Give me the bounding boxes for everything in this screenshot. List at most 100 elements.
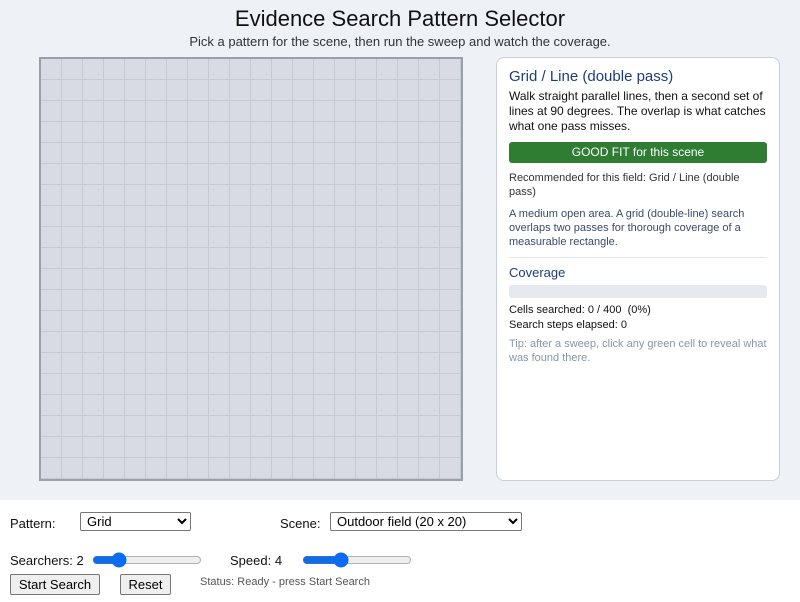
- grid-cell[interactable]: [419, 311, 440, 332]
- grid-cell[interactable]: [146, 437, 167, 458]
- start-search-button[interactable]: Start Search: [10, 574, 100, 595]
- grid-cell[interactable]: [335, 164, 356, 185]
- grid-cell[interactable]: [83, 458, 104, 479]
- grid-cell[interactable]: [440, 185, 461, 206]
- grid-cell[interactable]: [41, 374, 62, 395]
- grid-cell[interactable]: [62, 311, 83, 332]
- scene-select[interactable]: Outdoor field (20 x 20): [330, 512, 522, 531]
- grid-cell[interactable]: [125, 374, 146, 395]
- grid-cell[interactable]: [209, 353, 230, 374]
- grid-cell[interactable]: [356, 311, 377, 332]
- grid-cell[interactable]: [335, 59, 356, 80]
- grid-cell[interactable]: [440, 248, 461, 269]
- grid-cell[interactable]: [188, 353, 209, 374]
- grid-cell[interactable]: [293, 353, 314, 374]
- grid-cell[interactable]: [209, 395, 230, 416]
- grid-cell[interactable]: [146, 290, 167, 311]
- grid-cell[interactable]: [167, 143, 188, 164]
- grid-cell[interactable]: [293, 269, 314, 290]
- grid-cell[interactable]: [41, 416, 62, 437]
- grid-cell[interactable]: [188, 395, 209, 416]
- grid-cell[interactable]: [377, 227, 398, 248]
- grid-cell[interactable]: [356, 353, 377, 374]
- grid-cell[interactable]: [398, 374, 419, 395]
- grid-cell[interactable]: [125, 353, 146, 374]
- grid-cell[interactable]: [209, 416, 230, 437]
- grid-cell[interactable]: [398, 416, 419, 437]
- grid-cell[interactable]: [440, 290, 461, 311]
- grid-cell[interactable]: [314, 395, 335, 416]
- grid-cell[interactable]: [335, 227, 356, 248]
- grid-cell[interactable]: [419, 248, 440, 269]
- grid-cell[interactable]: [230, 374, 251, 395]
- grid-cell[interactable]: [62, 269, 83, 290]
- grid-cell[interactable]: [419, 164, 440, 185]
- grid-cell[interactable]: [188, 101, 209, 122]
- grid-cell[interactable]: [314, 290, 335, 311]
- grid-cell[interactable]: [41, 437, 62, 458]
- grid-cell[interactable]: [419, 353, 440, 374]
- grid-cell[interactable]: [230, 332, 251, 353]
- grid-cell[interactable]: [272, 122, 293, 143]
- grid-cell[interactable]: [377, 458, 398, 479]
- grid-cell[interactable]: [209, 332, 230, 353]
- grid-cell[interactable]: [209, 227, 230, 248]
- grid-cell[interactable]: [230, 416, 251, 437]
- grid-cell[interactable]: [125, 227, 146, 248]
- grid-cell[interactable]: [146, 143, 167, 164]
- grid-cell[interactable]: [251, 311, 272, 332]
- grid-cell[interactable]: [314, 59, 335, 80]
- grid-cell[interactable]: [83, 290, 104, 311]
- grid-cell[interactable]: [188, 143, 209, 164]
- grid-cell[interactable]: [377, 164, 398, 185]
- grid-cell[interactable]: [146, 122, 167, 143]
- grid-cell[interactable]: [398, 80, 419, 101]
- grid-cell[interactable]: [440, 206, 461, 227]
- grid-cell[interactable]: [104, 395, 125, 416]
- grid-cell[interactable]: [146, 185, 167, 206]
- grid-cell[interactable]: [104, 206, 125, 227]
- grid-cell[interactable]: [272, 290, 293, 311]
- grid-cell[interactable]: [209, 311, 230, 332]
- grid-cell[interactable]: [125, 290, 146, 311]
- grid-cell[interactable]: [167, 353, 188, 374]
- grid-cell[interactable]: [440, 59, 461, 80]
- grid-cell[interactable]: [377, 185, 398, 206]
- grid-cell[interactable]: [314, 248, 335, 269]
- grid-cell[interactable]: [188, 185, 209, 206]
- grid-cell[interactable]: [83, 227, 104, 248]
- grid-cell[interactable]: [335, 353, 356, 374]
- grid-cell[interactable]: [146, 59, 167, 80]
- grid-cell[interactable]: [419, 101, 440, 122]
- grid-cell[interactable]: [41, 206, 62, 227]
- grid-cell[interactable]: [293, 395, 314, 416]
- grid-cell[interactable]: [62, 80, 83, 101]
- grid-cell[interactable]: [272, 269, 293, 290]
- grid-cell[interactable]: [188, 206, 209, 227]
- grid-cell[interactable]: [272, 437, 293, 458]
- grid-cell[interactable]: [398, 206, 419, 227]
- grid-cell[interactable]: [272, 80, 293, 101]
- grid-cell[interactable]: [146, 80, 167, 101]
- grid-cell[interactable]: [83, 122, 104, 143]
- grid-cell[interactable]: [167, 59, 188, 80]
- grid-cell[interactable]: [440, 269, 461, 290]
- grid-cell[interactable]: [41, 122, 62, 143]
- grid-cell[interactable]: [335, 143, 356, 164]
- grid-cell[interactable]: [440, 227, 461, 248]
- grid-cell[interactable]: [251, 164, 272, 185]
- grid-cell[interactable]: [167, 332, 188, 353]
- grid-cell[interactable]: [125, 59, 146, 80]
- grid-cell[interactable]: [83, 80, 104, 101]
- grid-cell[interactable]: [209, 458, 230, 479]
- grid-cell[interactable]: [440, 353, 461, 374]
- grid-cell[interactable]: [104, 122, 125, 143]
- grid-cell[interactable]: [104, 290, 125, 311]
- grid-cell[interactable]: [188, 227, 209, 248]
- grid-cell[interactable]: [377, 59, 398, 80]
- grid-cell[interactable]: [251, 353, 272, 374]
- grid-cell[interactable]: [146, 416, 167, 437]
- grid-cell[interactable]: [146, 374, 167, 395]
- grid-cell[interactable]: [251, 437, 272, 458]
- grid-cell[interactable]: [251, 458, 272, 479]
